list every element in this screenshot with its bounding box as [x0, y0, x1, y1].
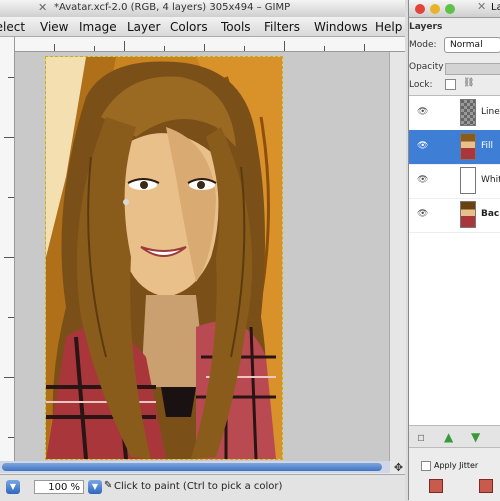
navigate-icon[interactable]: ✥ — [392, 461, 405, 474]
layer-name: Fill — [481, 141, 494, 151]
lock-label: Lock: — [409, 80, 433, 90]
close-icon[interactable] — [415, 4, 425, 14]
layers-header: Layers — [409, 22, 443, 32]
layers-title-bar[interactable]: ✕ La — [409, 0, 500, 18]
vertical-scrollbar[interactable] — [389, 52, 406, 461]
horizontal-scrollbar[interactable] — [0, 461, 390, 473]
new-layer-icon[interactable]: ▫ — [417, 430, 425, 444]
status-message: Click to paint (Ctrl to pick a color) — [114, 481, 283, 492]
menu-layer[interactable]: Layer — [127, 20, 160, 34]
menu-colors[interactable]: Colors — [170, 20, 208, 34]
opacity-label: Opacity — [409, 62, 444, 72]
layer-row[interactable]: 👁 White — [409, 164, 500, 199]
visibility-eye-icon[interactable]: 👁 — [417, 209, 428, 219]
visibility-eye-icon[interactable]: 👁 — [417, 107, 428, 117]
apply-jitter-label: Apply Jitter — [434, 461, 479, 470]
layer-row[interactable]: 👁 Fill — [409, 130, 500, 165]
layer-name: White — [481, 175, 500, 185]
lock-checkbox[interactable] — [445, 79, 456, 90]
layers-toolbar: ▫ ▲ ▼ — [409, 425, 500, 448]
menu-view[interactable]: View — [40, 20, 68, 34]
reset-options-icon[interactable] — [479, 479, 493, 493]
status-bar: ▼ 100 % ▼ ✎ Click to paint (Ctrl to pick… — [0, 474, 405, 501]
canvas-image[interactable] — [45, 56, 283, 460]
title-bar[interactable]: ✕ *Avatar.xcf-2.0 (RGB, 4 layers) 305x49… — [0, 0, 405, 18]
layer-name: Backg — [481, 209, 500, 219]
vertical-ruler[interactable] — [0, 37, 15, 461]
layer-thumbnail — [460, 201, 476, 228]
horizontal-ruler[interactable] — [14, 37, 405, 52]
mode-select[interactable]: Normal — [444, 37, 500, 53]
horizontal-scroll-thumb[interactable] — [2, 463, 382, 471]
layers-dock: ✕ La Layers Mode: Normal Opacity Lock: ⛓… — [408, 0, 500, 501]
window-title: *Avatar.xcf-2.0 (RGB, 4 layers) 305x494 … — [54, 2, 291, 13]
layer-row[interactable]: 👁 Backg — [409, 198, 500, 233]
menu-tools[interactable]: Tools — [221, 20, 251, 34]
unit-menu-button[interactable]: ▼ — [6, 480, 20, 494]
menu-image[interactable]: Image — [79, 20, 117, 34]
minimize-icon[interactable] — [430, 4, 440, 14]
visibility-eye-icon[interactable]: 👁 — [417, 141, 428, 151]
save-options-icon[interactable] — [429, 479, 443, 493]
layer-name: Line — [481, 107, 500, 117]
menu-filters[interactable]: Filters — [264, 20, 300, 34]
layers-list[interactable]: 👁 Line 👁 Fill 👁 White 👁 Backg — [409, 95, 500, 426]
mode-label: Mode: — [409, 40, 437, 50]
menu-windows[interactable]: Windows — [314, 20, 368, 34]
chain-icon: ⛓ — [463, 78, 475, 88]
zoom-field[interactable]: 100 % — [34, 480, 84, 494]
menu-select[interactable]: Select — [0, 20, 25, 34]
zoom-menu-button[interactable]: ▼ — [88, 480, 102, 494]
paint-tool-icon: ✎ — [104, 480, 113, 491]
portrait-illustration — [46, 57, 282, 459]
opacity-slider[interactable] — [445, 63, 500, 75]
visibility-eye-icon[interactable]: 👁 — [417, 175, 428, 185]
layer-row[interactable]: 👁 Line — [409, 96, 500, 131]
image-window: ✕ *Avatar.xcf-2.0 (RGB, 4 layers) 305x49… — [0, 0, 406, 501]
layer-thumbnail — [460, 167, 476, 194]
layer-thumbnail — [460, 99, 476, 126]
close-icon[interactable]: ✕ — [38, 1, 47, 14]
menu-help[interactable]: Help — [375, 20, 402, 34]
layers-window-title: La — [491, 2, 500, 13]
zoom-icon[interactable] — [445, 4, 455, 14]
lower-layer-icon[interactable]: ▼ — [471, 430, 480, 444]
layer-thumbnail — [460, 133, 476, 160]
apply-jitter-checkbox[interactable] — [421, 461, 431, 471]
tool-options-panel: Apply Jitter — [409, 447, 500, 501]
raise-layer-icon[interactable]: ▲ — [444, 430, 453, 444]
menu-bar: Select View Image Layer Colors Tools Fil… — [0, 17, 405, 37]
x11-icon: ✕ — [477, 0, 487, 13]
